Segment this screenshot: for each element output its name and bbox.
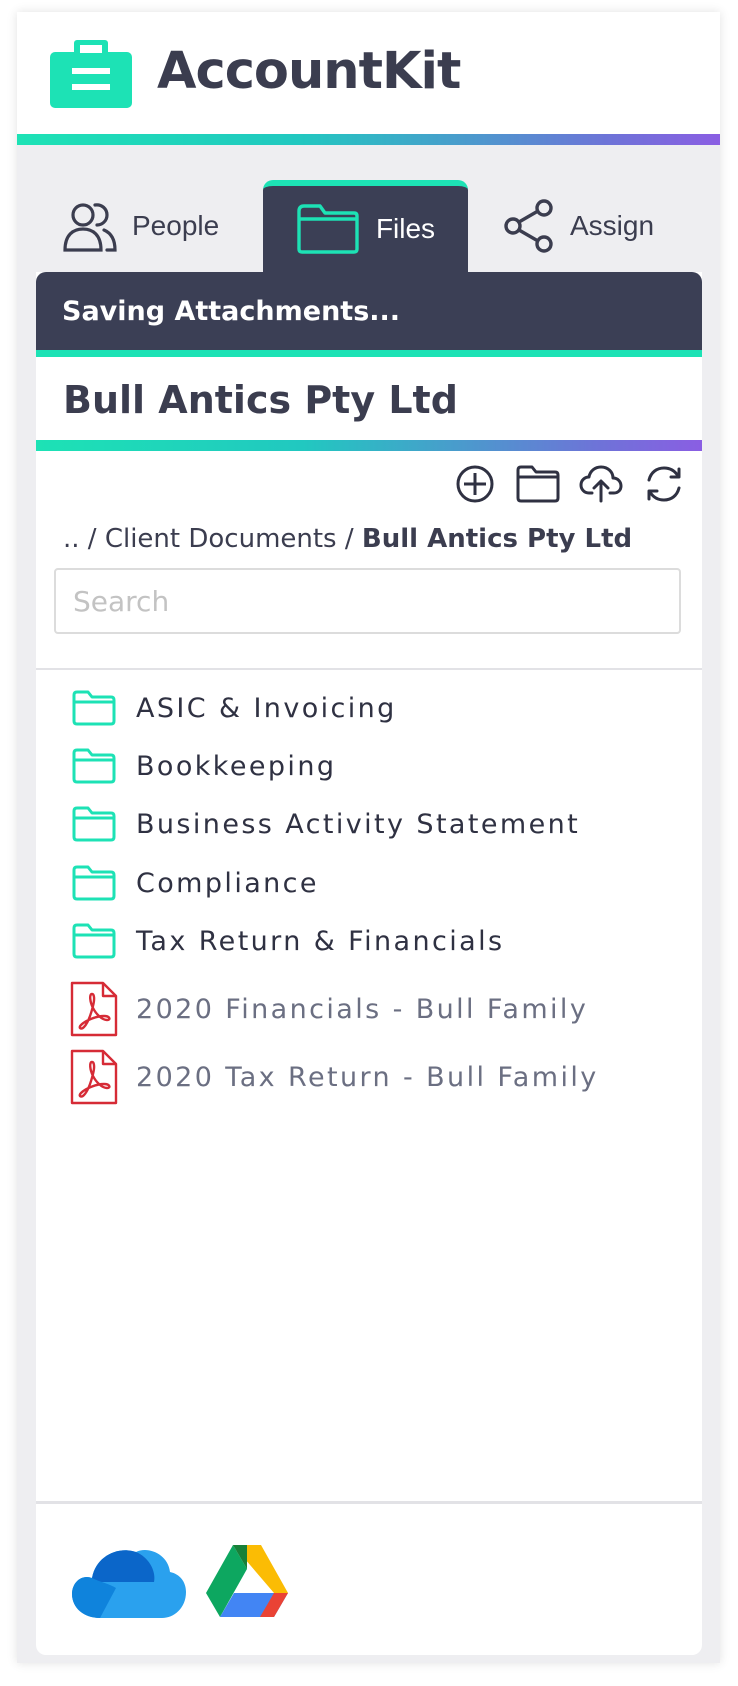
folder-icon xyxy=(297,204,359,254)
status-accent-line xyxy=(36,350,702,357)
list-item-folder[interactable]: Business Activity Statement xyxy=(69,806,580,842)
file-toolbar xyxy=(453,462,686,506)
pdf-file-icon xyxy=(70,981,118,1037)
list-item-folder[interactable]: Compliance xyxy=(69,865,319,901)
add-circle-icon xyxy=(456,465,494,503)
folder-icon xyxy=(72,690,116,726)
breadcrumb-current: Bull Antics Pty Ltd xyxy=(361,524,633,554)
app-header: AccountKit xyxy=(17,12,720,134)
refresh-icon xyxy=(647,466,681,502)
breadcrumb-parent-link[interactable]: Client Documents xyxy=(105,524,337,554)
client-gradient-bar xyxy=(36,440,702,451)
folder-icon xyxy=(72,923,116,959)
list-item-folder[interactable]: Tax Return & Financials xyxy=(69,923,504,959)
list-item-label: Business Activity Statement xyxy=(136,808,581,840)
add-button[interactable] xyxy=(453,462,497,506)
list-item-label: ASIC & Invoicing xyxy=(136,692,397,724)
app-title: AccountKit xyxy=(157,42,461,101)
tab-people[interactable]: People xyxy=(62,180,262,272)
breadcrumb-separator: / xyxy=(344,524,354,554)
pdf-file-icon xyxy=(70,1049,118,1105)
files-panel: Saving Attachments... Bull Antics Pty Lt… xyxy=(36,272,702,1655)
google-drive-icon xyxy=(206,1545,288,1617)
briefcase-logo-icon xyxy=(50,40,132,108)
tab-files-label: Files xyxy=(375,213,436,244)
header-gradient-bar xyxy=(17,134,720,145)
upload-button[interactable] xyxy=(579,462,623,506)
new-folder-icon xyxy=(516,465,560,503)
breadcrumb-separator: / xyxy=(87,524,97,554)
list-item-label: Tax Return & Financials xyxy=(136,925,505,957)
breadcrumb: .. / Client Documents / Bull Antics Pty … xyxy=(63,524,632,554)
divider xyxy=(36,668,702,670)
status-bar: Saving Attachments... xyxy=(36,272,702,354)
google-drive-button[interactable] xyxy=(204,1542,290,1625)
list-item-folder[interactable]: ASIC & Invoicing xyxy=(69,690,397,726)
list-item-label: 2020 Tax Return - Bull Family xyxy=(136,1061,599,1093)
divider xyxy=(36,1501,702,1504)
folder-icon xyxy=(72,748,116,784)
upload-cloud-icon xyxy=(579,465,623,503)
onedrive-icon xyxy=(72,1550,186,1618)
folder-icon xyxy=(72,806,116,842)
people-icon xyxy=(63,203,117,252)
tab-assign-label: Assign xyxy=(570,210,655,241)
refresh-button[interactable] xyxy=(642,462,686,506)
folder-icon xyxy=(72,865,116,901)
tab-people-label: People xyxy=(132,210,220,241)
list-item-pdf[interactable]: 2020 Tax Return - Bull Family xyxy=(69,1048,599,1106)
app-frame: AccountKit People Files Assign Saving At… xyxy=(17,12,720,1663)
list-item-label: Compliance xyxy=(136,867,319,899)
client-name: Bull Antics Pty Ltd xyxy=(63,378,458,422)
list-item-label: 2020 Financials - Bull Family xyxy=(136,993,589,1025)
search-input[interactable] xyxy=(54,568,681,634)
share-icon xyxy=(504,199,553,253)
tab-files[interactable]: Files xyxy=(263,180,468,272)
breadcrumb-up-link[interactable]: .. xyxy=(63,524,80,554)
new-folder-button[interactable] xyxy=(516,462,560,506)
list-item-folder[interactable]: Bookkeeping xyxy=(69,748,336,784)
list-item-pdf[interactable]: 2020 Financials - Bull Family xyxy=(69,980,588,1038)
list-item-label: Bookkeeping xyxy=(136,750,337,782)
tab-assign[interactable]: Assign xyxy=(502,180,712,272)
onedrive-button[interactable] xyxy=(70,1542,188,1625)
status-text: Saving Attachments... xyxy=(62,296,401,327)
